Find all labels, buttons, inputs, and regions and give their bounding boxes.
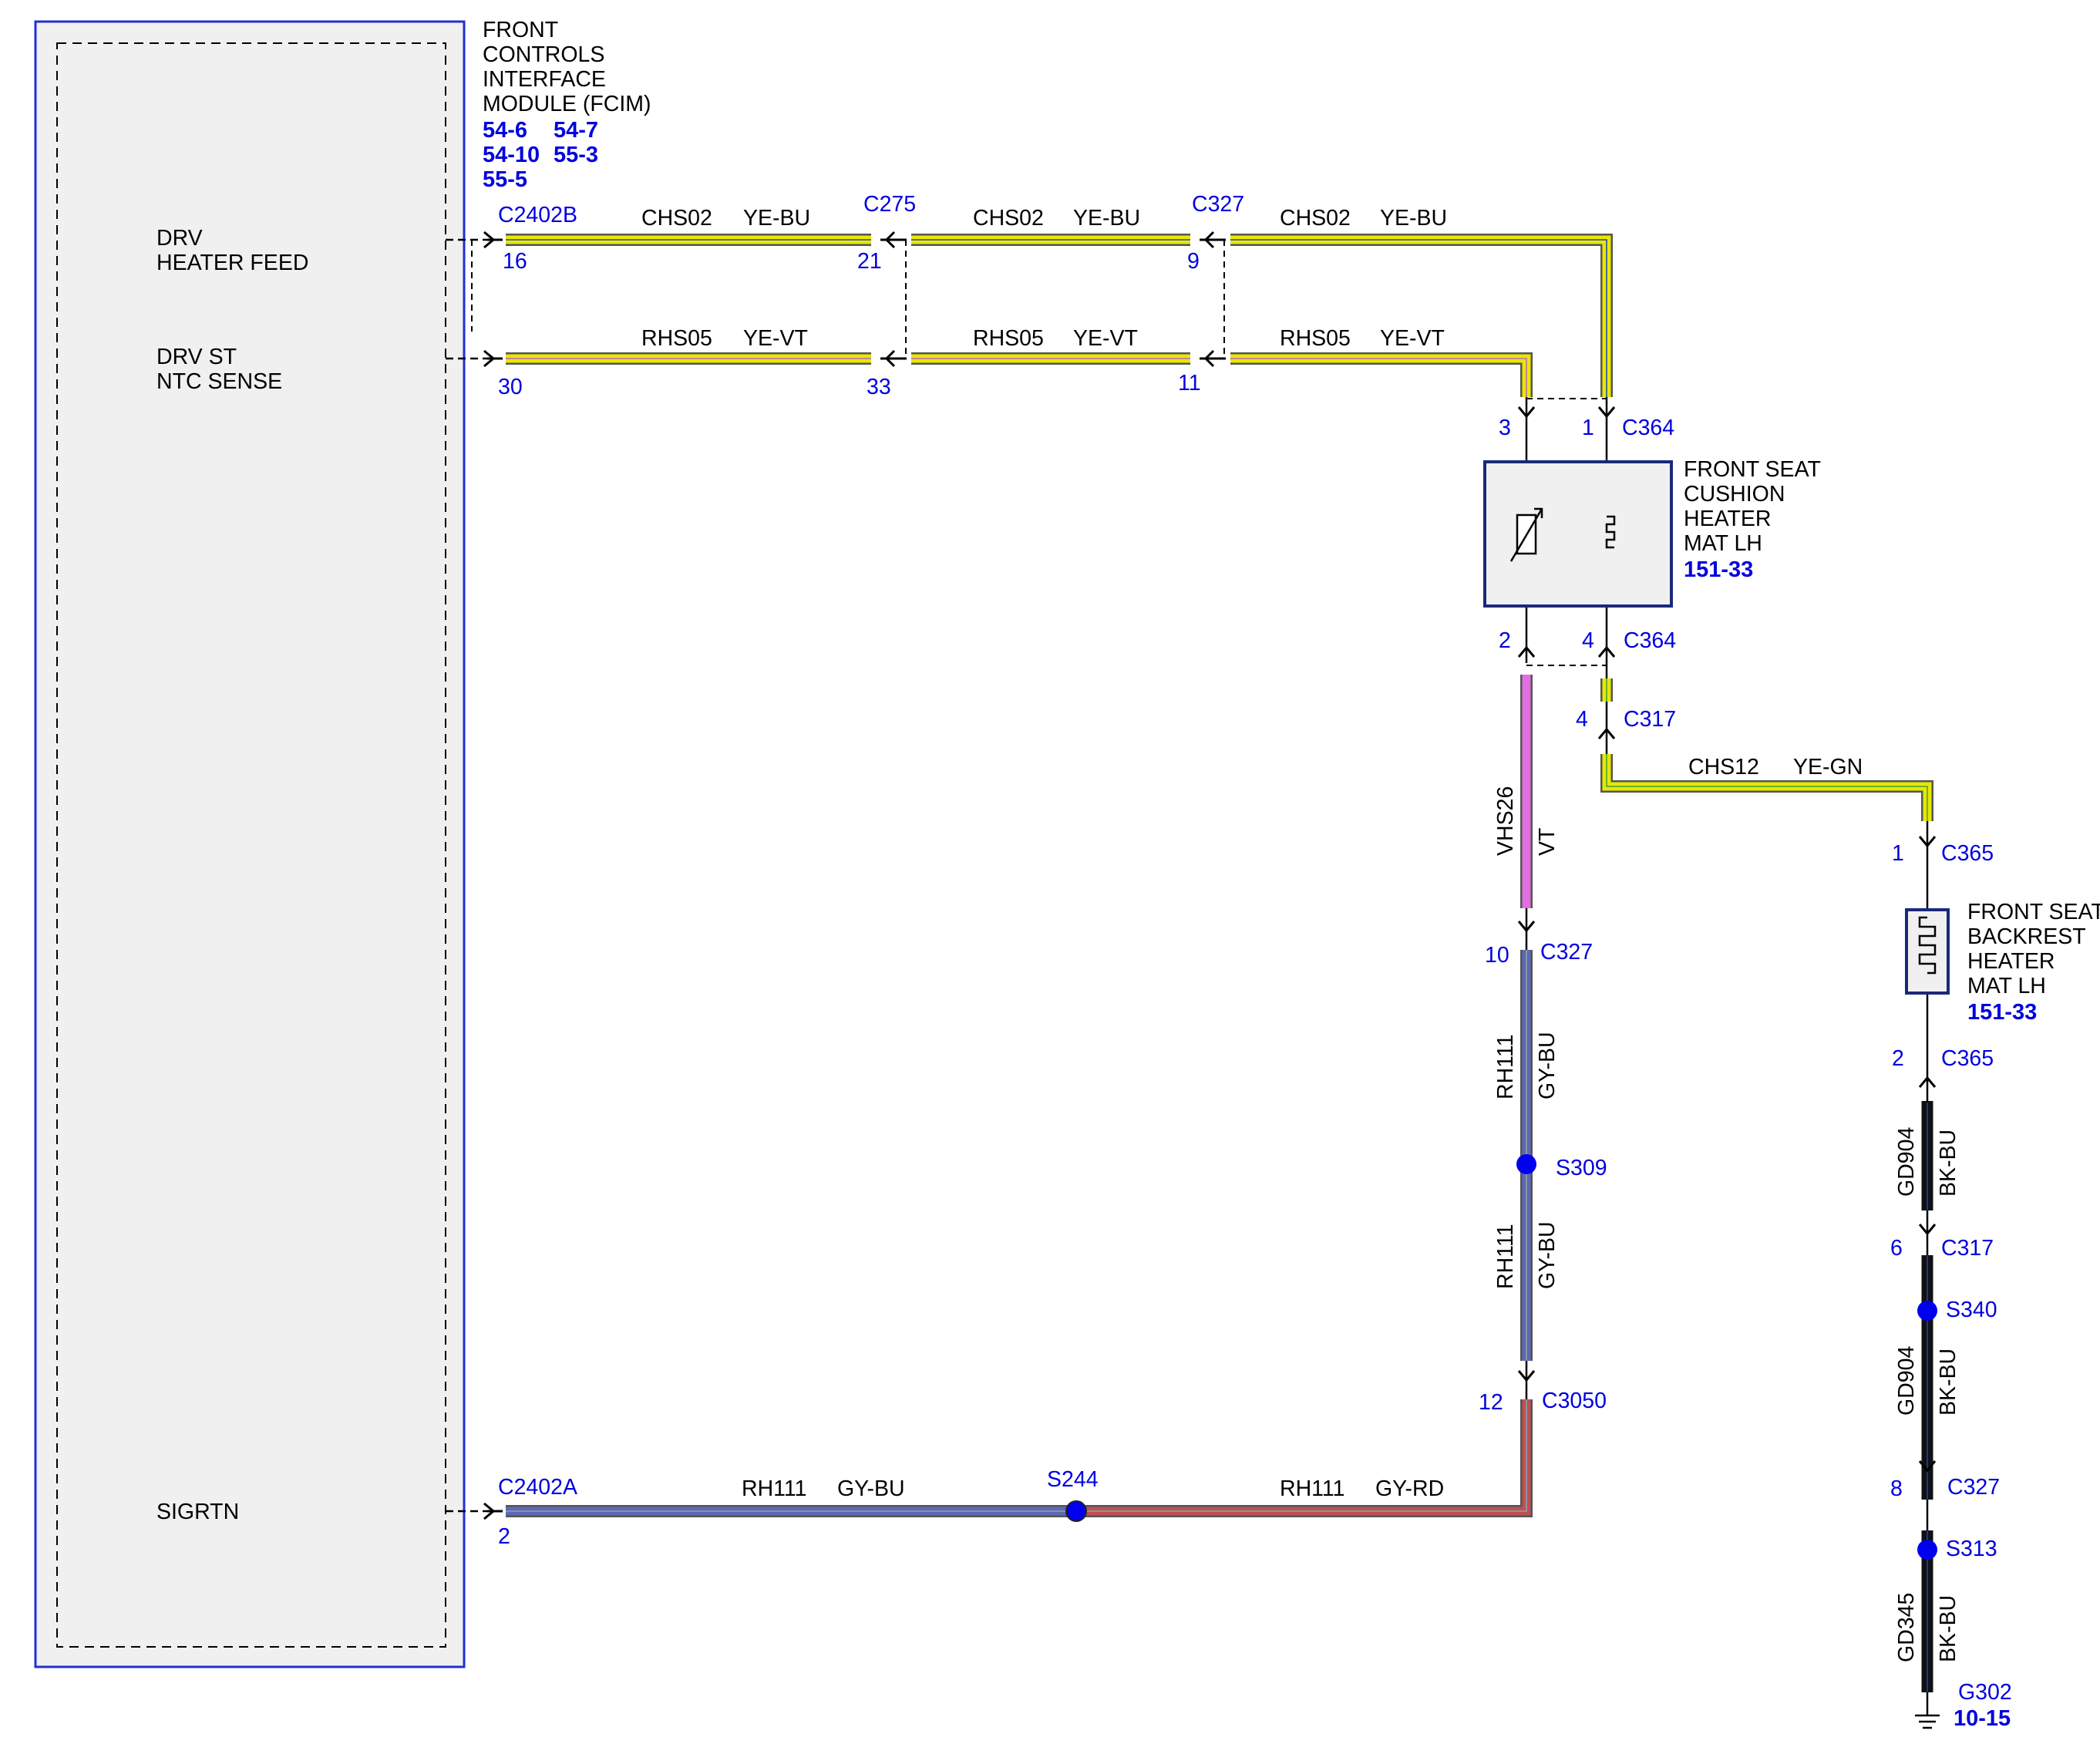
connector-c365-top[interactable]: C365 (1941, 841, 1994, 866)
backrest-heater-ref[interactable]: 151-33 (1967, 1000, 2037, 1025)
color-gy-bu-v2: GY-BU (1535, 1221, 1560, 1289)
module-ref-2[interactable]: 54-7 (554, 118, 598, 143)
splice-s309-dot[interactable] (1516, 1154, 1536, 1174)
circuit-vhs26: VHS26 (1493, 786, 1518, 856)
color-gy-bu-v1: GY-BU (1535, 1032, 1560, 1099)
splice-s313: S313 (1946, 1537, 1997, 1561)
pin-12: 12 (1479, 1390, 1503, 1415)
pin-10: 10 (1485, 943, 1509, 968)
connector-c327-top[interactable]: C327 (1192, 192, 1244, 217)
pin-2-c365: 2 (1892, 1046, 1904, 1071)
module-ref-1[interactable]: 54-6 (483, 118, 527, 143)
connector-c364-top[interactable]: C364 (1622, 416, 1674, 440)
connector-c275[interactable]: C275 (863, 192, 916, 217)
connector-c327-right[interactable]: C327 (1947, 1475, 2000, 1500)
ground-g302[interactable]: G302 (1958, 1680, 2012, 1705)
color-gy-rd: GY-RD (1375, 1476, 1444, 1501)
splice-s340-dot[interactable] (1917, 1301, 1937, 1321)
pin-16: 16 (503, 249, 527, 274)
pin-1: 1 (1582, 416, 1594, 440)
pin-4: 4 (1582, 628, 1594, 653)
connector-c365-bottom[interactable]: C365 (1941, 1046, 1994, 1071)
connector-c327-mid[interactable]: C327 (1540, 940, 1593, 965)
splice-s244-dot[interactable] (1065, 1500, 1087, 1522)
circuit-rh111-h2: RH111 (1280, 1476, 1344, 1501)
color-ye-bu-2: YE-BU (1073, 206, 1140, 231)
circuit-rhs05-2: RHS05 (973, 326, 1044, 351)
circuit-chs02-1: CHS02 (641, 206, 712, 231)
color-vt: VT (1535, 828, 1560, 856)
backrest-heater-mat[interactable] (1905, 908, 1950, 995)
connector-c2402b[interactable]: C2402B (498, 203, 577, 227)
wiring-diagram: DRV HEATER FEED DRV ST NTC SENSE SIGRTN … (0, 0, 2100, 1744)
circuit-gd345: GD345 (1894, 1593, 1919, 1662)
circuit-rhs05-1: RHS05 (641, 326, 712, 351)
pin-33: 33 (867, 375, 891, 399)
module-ref-4[interactable]: 55-3 (554, 143, 598, 167)
circuit-rh111-h1: RH111 (742, 1476, 806, 1501)
circuit-rhs05-3: RHS05 (1280, 326, 1351, 351)
circuit-chs12: CHS12 (1688, 755, 1759, 779)
color-bk-bu-1: BK-BU (1936, 1130, 1960, 1197)
splice-s309: S309 (1556, 1156, 1607, 1180)
cushion-heater-mat[interactable] (1483, 460, 1673, 608)
color-ye-vt-3: YE-VT (1380, 326, 1445, 351)
splice-s340: S340 (1946, 1298, 1997, 1322)
module-pin-label-sigrtn: SIGRTN (156, 1500, 239, 1524)
connector-c2402a[interactable]: C2402A (498, 1475, 577, 1500)
pin-21: 21 (857, 249, 882, 274)
pin-30: 30 (498, 375, 523, 399)
connector-c317-top[interactable]: C317 (1624, 707, 1676, 732)
pin-9: 9 (1187, 249, 1200, 274)
color-ye-vt-2: YE-VT (1073, 326, 1138, 351)
pin-8: 8 (1890, 1476, 1903, 1501)
circuit-chs02-3: CHS02 (1280, 206, 1351, 231)
pin-6: 6 (1890, 1236, 1903, 1261)
connector-c317-right[interactable]: C317 (1941, 1236, 1994, 1261)
cushion-heater-ref[interactable]: 151-33 (1684, 557, 1753, 582)
circuit-gd904-1: GD904 (1894, 1127, 1919, 1197)
pin-11: 11 (1178, 371, 1201, 396)
ground-ref[interactable]: 10-15 (1954, 1706, 2011, 1731)
connector-c3050[interactable]: C3050 (1542, 1389, 1607, 1413)
splice-s313-dot[interactable] (1917, 1540, 1937, 1560)
color-ye-bu-3: YE-BU (1380, 206, 1447, 231)
color-ye-bu-1: YE-BU (743, 206, 810, 231)
circuit-rh111-v1: RH111 (1493, 1035, 1518, 1099)
color-bk-bu-2: BK-BU (1936, 1348, 1960, 1416)
color-bk-bu-3: BK-BU (1936, 1595, 1960, 1662)
splice-s244: S244 (1047, 1467, 1099, 1492)
module-ref-5[interactable]: 55-5 (483, 167, 527, 192)
module-ref-3[interactable]: 54-10 (483, 143, 540, 167)
circuit-rh111-v2: RH111 (1493, 1224, 1518, 1289)
color-gy-bu-h1: GY-BU (837, 1476, 905, 1501)
pin-3: 3 (1499, 416, 1511, 440)
circuit-chs02-2: CHS02 (973, 206, 1044, 231)
connector-c364-bottom[interactable]: C364 (1624, 628, 1676, 653)
pin-1-c365: 1 (1892, 841, 1904, 866)
color-ye-gn: YE-GN (1793, 755, 1863, 779)
pin-2-c2402a: 2 (498, 1524, 510, 1549)
pin-4-c317: 4 (1576, 707, 1588, 732)
circuit-gd904-2: GD904 (1894, 1346, 1919, 1416)
pin-2: 2 (1499, 628, 1511, 653)
color-ye-vt-1: YE-VT (743, 326, 808, 351)
